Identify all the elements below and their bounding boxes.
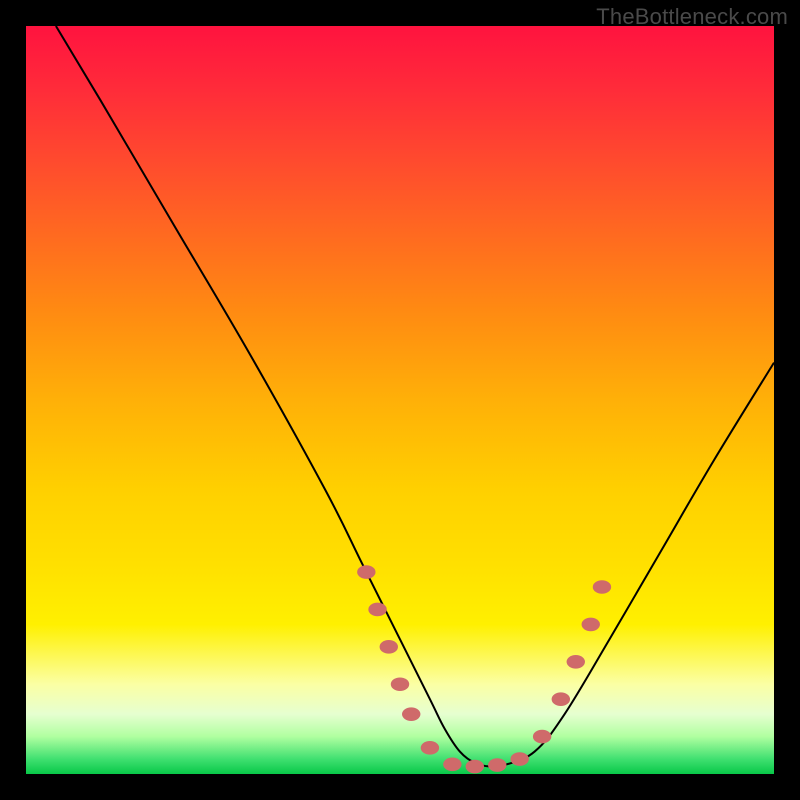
marker-dot [368,603,386,617]
marker-dot [391,677,409,691]
marker-dot [466,760,484,774]
bottleneck-curve [56,26,774,767]
chart-stage: TheBottleneck.com [0,0,800,800]
marker-dot [402,707,420,721]
marker-dot [593,580,611,594]
marker-dot [421,741,439,755]
marker-dot [582,618,600,632]
marker-dot [552,692,570,706]
marker-dot [443,757,461,771]
marker-dot [510,752,528,766]
marker-dot [488,758,506,772]
marker-dot [357,565,375,579]
marker-dot [380,640,398,654]
marker-dot [533,730,551,744]
chart-overlay [26,26,774,774]
watermark-text: TheBottleneck.com [596,4,788,30]
marker-dot [567,655,585,669]
highlight-markers [357,565,611,773]
